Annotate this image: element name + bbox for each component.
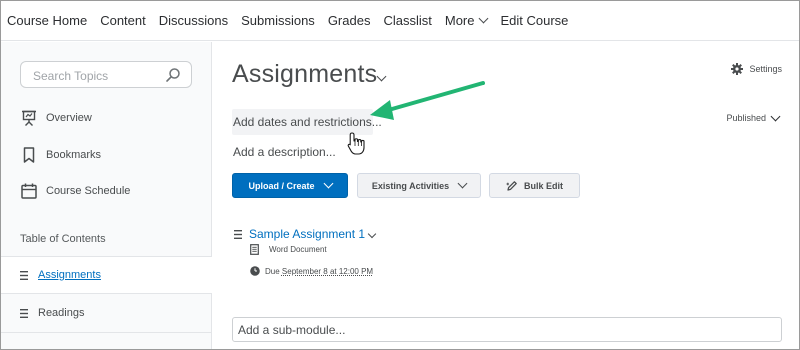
toc-item-label: Assignments: [38, 269, 101, 281]
chevron-down-icon: [479, 13, 489, 24]
bulk-edit-button[interactable]: Bulk Edit: [489, 173, 580, 198]
existing-activities-button[interactable]: Existing Activities: [357, 173, 481, 198]
search-icon[interactable]: [165, 67, 181, 83]
clock-icon: [250, 266, 260, 276]
settings-label: Settings: [749, 64, 782, 74]
nav-edit-course[interactable]: Edit Course: [500, 13, 568, 28]
nav-more-label: More: [444, 13, 475, 28]
table-of-contents-heading: Table of Contents: [20, 233, 106, 245]
settings-button[interactable]: Settings: [731, 63, 782, 75]
list-icon: [20, 270, 28, 280]
chevron-down-icon: [457, 178, 468, 189]
upload-create-label: Upload / Create: [248, 180, 315, 191]
toc-item-readings[interactable]: Readings: [1, 295, 212, 331]
add-submodule-input[interactable]: Add a sub-module...: [232, 317, 782, 342]
sidebar-item-course-schedule[interactable]: Course Schedule: [1, 176, 212, 206]
sidebar-item-label: Overview: [46, 112, 92, 124]
toc-item-assignments[interactable]: Assignments: [1, 257, 213, 293]
due-date-text: Due September 8 at 12:00 PM: [265, 267, 373, 276]
nav-classlist[interactable]: Classlist: [383, 13, 431, 28]
gear-icon: [731, 63, 744, 75]
pencil-icon: [506, 180, 517, 191]
chevron-down-icon[interactable]: [376, 71, 387, 82]
existing-activities-label: Existing Activities: [371, 180, 450, 191]
search-input[interactable]: [31, 68, 155, 84]
nav-grades[interactable]: Grades: [328, 13, 371, 28]
list-icon: [20, 308, 28, 318]
page-title: Assignments: [232, 60, 378, 88]
active-indicator: [201, 257, 213, 293]
bulk-edit-label: Bulk Edit: [523, 180, 563, 191]
app-frame: Course Home Content Discussions Submissi…: [0, 0, 800, 350]
sidebar-item-label: Bookmarks: [46, 149, 102, 161]
published-dropdown[interactable]: Published: [726, 111, 781, 123]
presentation-icon: [22, 110, 36, 126]
chevron-down-icon: [323, 178, 333, 189]
drag-handle-icon[interactable]: [234, 230, 242, 239]
bookmark-icon: [23, 147, 35, 163]
nav-submissions[interactable]: Submissions: [241, 13, 315, 28]
due-date-link[interactable]: September 8 at 12:00 PM: [282, 267, 373, 276]
document-icon: [250, 244, 259, 255]
calendar-icon: [21, 183, 37, 199]
nav-more[interactable]: More: [444, 13, 489, 28]
top-navbar: Course Home Content Discussions Submissi…: [1, 1, 799, 41]
chevron-down-icon[interactable]: [367, 229, 377, 239]
add-dates-restrictions-link[interactable]: Add dates and restrictions...: [233, 115, 382, 129]
divider: [1, 293, 212, 294]
sidebar-item-bookmarks[interactable]: Bookmarks: [1, 140, 212, 170]
assignment-type: Word Document: [269, 245, 327, 254]
add-description-link[interactable]: Add a description...: [233, 145, 336, 159]
published-label: Published: [726, 113, 766, 123]
main-content: Assignments Settings Add dates and restr…: [213, 42, 799, 349]
divider: [1, 332, 212, 333]
nav-course-home[interactable]: Course Home: [7, 13, 87, 28]
sidebar: Overview Bookmarks Course Schedule Table…: [1, 42, 213, 349]
search-box: [20, 61, 192, 88]
sidebar-item-label: Course Schedule: [46, 185, 131, 197]
assignment-title-link[interactable]: Sample Assignment 1: [249, 227, 365, 241]
sidebar-item-overview[interactable]: Overview: [1, 103, 212, 133]
chevron-down-icon: [770, 111, 781, 121]
nav-content[interactable]: Content: [100, 13, 146, 28]
due-prefix: Due: [265, 267, 280, 276]
upload-create-button[interactable]: Upload / Create: [232, 173, 348, 198]
toc-item-label: Readings: [38, 307, 85, 319]
nav-discussions[interactable]: Discussions: [159, 13, 228, 28]
